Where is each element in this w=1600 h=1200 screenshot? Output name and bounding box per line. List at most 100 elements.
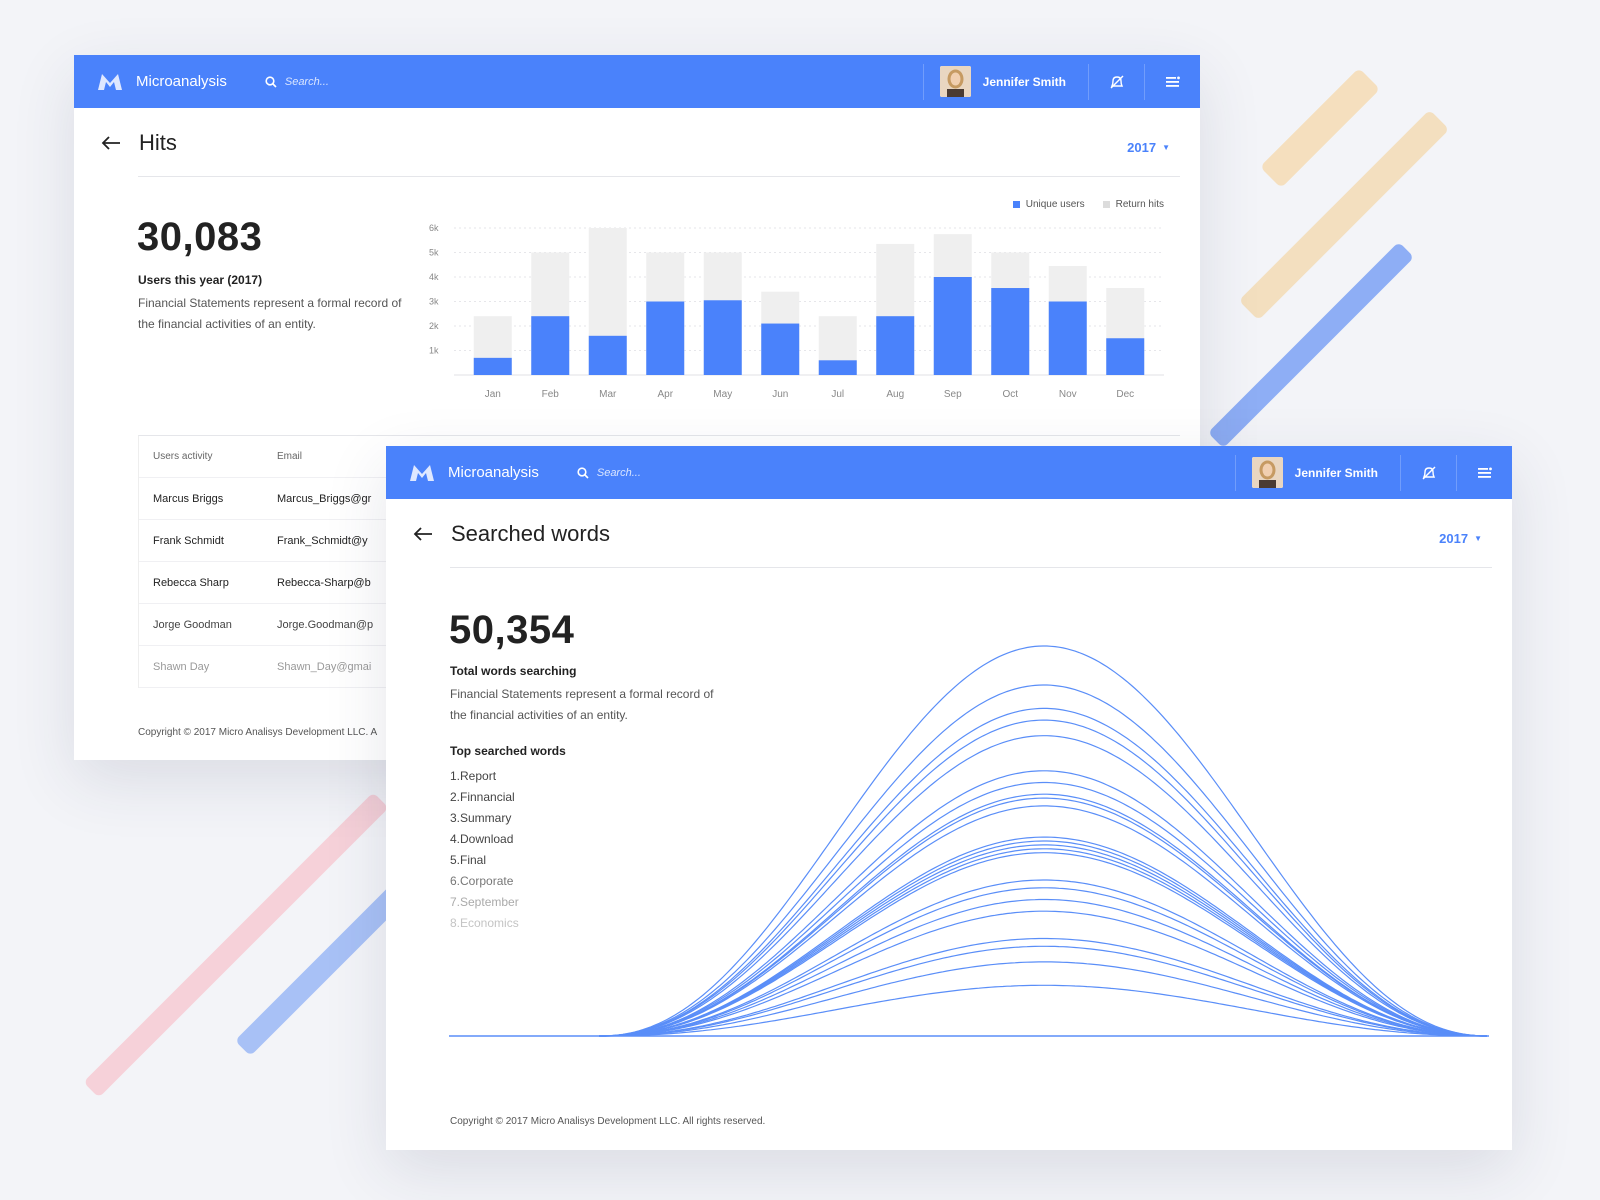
x-tick-label: Dec: [1116, 389, 1134, 400]
brand-name[interactable]: Microanalysis: [448, 464, 539, 481]
x-tick-label: Oct: [1002, 389, 1018, 400]
y-tick-label: 4k: [429, 272, 439, 282]
user-menu[interactable]: Jennifer Smith: [1236, 446, 1400, 499]
y-tick-label: 5k: [429, 248, 439, 258]
x-tick-label: Aug: [886, 389, 904, 400]
notifications-off-button[interactable]: [1401, 446, 1456, 499]
list-item[interactable]: 5.Final: [450, 850, 519, 871]
series-curve[interactable]: [599, 707, 1488, 1037]
description: Financial Statements represent a formal …: [138, 296, 402, 331]
divider: [138, 176, 1180, 177]
users-count: 30,083: [137, 215, 263, 259]
menu-icon: [1477, 467, 1492, 478]
x-tick-label: Mar: [599, 389, 617, 400]
bar-unique-users[interactable]: [1106, 338, 1145, 375]
search-placeholder: Search...: [596, 466, 641, 479]
bar-unique-users[interactable]: [703, 300, 742, 375]
logo-icon[interactable]: [408, 462, 436, 484]
year-value: 2017: [1439, 531, 1469, 546]
avatar: [939, 66, 971, 97]
user-name-cell: Rebecca Sharp: [153, 576, 229, 589]
bar-unique-users[interactable]: [876, 316, 915, 375]
y-tick-label: 3k: [429, 297, 439, 307]
top-bar: Microanalysis Search... Jennifer Smith: [386, 446, 1512, 499]
year-dropdown[interactable]: 2017 ▼: [1127, 140, 1170, 155]
user-name-cell: Shawn Day: [153, 660, 210, 673]
search-icon: [577, 466, 589, 479]
divider: [450, 567, 1492, 568]
bar-unique-users[interactable]: [646, 301, 685, 376]
chevron-down-icon: ▼: [1162, 143, 1170, 152]
y-tick-label: 6k: [429, 223, 439, 233]
notifications-off-button[interactable]: [1089, 55, 1144, 108]
y-tick-label: 1k: [429, 346, 439, 356]
list-item[interactable]: 4.Download: [450, 829, 519, 850]
user-name-cell: Marcus Briggs: [153, 492, 224, 505]
bar-unique-users[interactable]: [473, 357, 512, 375]
top-bar: Microanalysis Search... Jennifer Smith: [74, 55, 1200, 108]
bell-off-icon: [1422, 466, 1435, 479]
menu-icon: [1165, 76, 1180, 87]
legend-item-unique[interactable]: Unique users: [1012, 199, 1085, 210]
bar-unique-users[interactable]: [531, 316, 570, 375]
x-tick-label: Jun: [772, 389, 788, 400]
bar-unique-users[interactable]: [933, 277, 972, 375]
decor-stripe: [1207, 241, 1415, 449]
user-menu[interactable]: Jennifer Smith: [924, 55, 1088, 108]
legend-item-return[interactable]: Return hits: [1102, 199, 1164, 210]
copyright: Copyright © 2017 Micro Analisys Developm…: [138, 727, 378, 738]
bar-unique-users[interactable]: [818, 360, 857, 375]
hits-bar-chart: 1k 2k 3k 4k 5k 6k Jan Feb Mar Apr May Jun Jul Aug Sep O…: [429, 223, 1164, 400]
user-name-cell: Jorge Goodman: [153, 618, 232, 631]
x-tick-label: Sep: [944, 389, 962, 400]
users-count-label: Users this year (2017): [138, 273, 263, 287]
logo-icon[interactable]: [96, 71, 124, 93]
chart-legend: Unique users Return hits: [995, 199, 1164, 210]
description: Financial Statements represent a formal …: [450, 687, 714, 722]
searched-words-line-chart: [449, 645, 1489, 1037]
search-placeholder: Search...: [284, 75, 329, 88]
bar-unique-users[interactable]: [588, 335, 627, 375]
decor-stripe: [1259, 67, 1381, 189]
brand-name[interactable]: Microanalysis: [136, 73, 227, 90]
series-curve[interactable]: [599, 910, 1487, 1037]
series-curve[interactable]: [599, 836, 1487, 1037]
bar-unique-users[interactable]: [1048, 301, 1087, 376]
legend-swatch: [1102, 201, 1110, 208]
user-name-cell: Frank Schmidt: [153, 534, 224, 547]
search-field[interactable]: Search...: [577, 467, 641, 479]
series-curve[interactable]: [599, 937, 1487, 1037]
legend-swatch: [1012, 201, 1020, 208]
list-item[interactable]: 8.Economics: [450, 913, 519, 934]
bar-unique-users[interactable]: [991, 288, 1030, 375]
list-item[interactable]: 7.September: [450, 892, 519, 913]
back-arrow-icon[interactable]: [100, 132, 122, 154]
back-arrow-icon[interactable]: [412, 523, 434, 545]
words-count: 50,354: [449, 608, 575, 652]
bar-unique-users[interactable]: [761, 323, 800, 375]
x-tick-label: Jul: [831, 389, 844, 400]
menu-button[interactable]: [1457, 446, 1512, 499]
searched-words-window: Microanalysis Search... Jennifer Smith S…: [386, 446, 1512, 1150]
page-title: Hits: [139, 130, 177, 155]
copyright: Copyright © 2017 Micro Analisys Developm…: [450, 1116, 766, 1127]
top-searched-title: Top searched words: [450, 744, 566, 758]
list-item[interactable]: 6.Corporate: [450, 871, 519, 892]
column-header[interactable]: Users activity: [139, 451, 277, 462]
year-dropdown[interactable]: 2017 ▼: [1439, 531, 1482, 546]
top-searched-list: 1.Report 2.Finnancial 3.Summary 4.Downlo…: [450, 766, 519, 934]
menu-button[interactable]: [1145, 55, 1200, 108]
list-item[interactable]: 2.Finnancial: [450, 787, 519, 808]
legend-label: Return hits: [1115, 199, 1164, 210]
list-item[interactable]: 1.Report: [450, 766, 519, 787]
list-item[interactable]: 3.Summary: [450, 808, 519, 829]
y-tick-label: 2k: [429, 321, 439, 331]
user-name: Jennifer Smith: [1294, 465, 1378, 480]
page-title: Searched words: [451, 521, 610, 546]
year-value: 2017: [1127, 140, 1157, 155]
x-tick-label: Feb: [542, 389, 560, 400]
legend-label: Unique users: [1025, 199, 1085, 210]
series-curve[interactable]: [599, 781, 1488, 1037]
search-icon: [265, 75, 277, 88]
search-field[interactable]: Search...: [265, 76, 329, 88]
